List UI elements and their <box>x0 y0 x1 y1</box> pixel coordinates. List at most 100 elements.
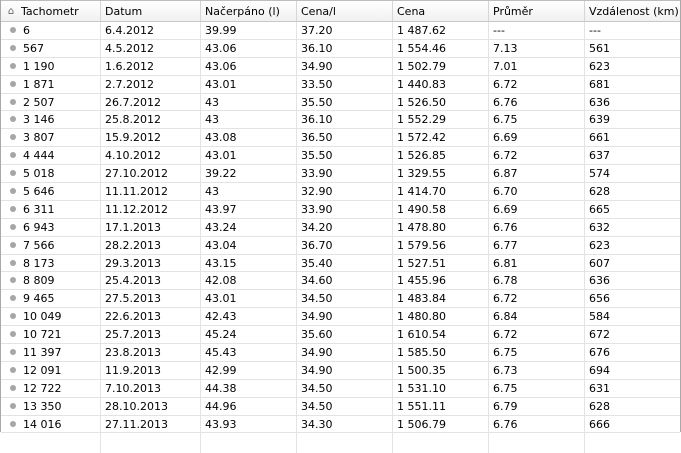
cell-value: 39.22 <box>205 167 237 181</box>
table-row[interactable]: 5 018 27.10.2012 39.22 33.90 1 329.55 6.87 574 <box>1 165 680 184</box>
cell-tachometr: 6 943 <box>1 218 101 236</box>
cell-value: 34.60 <box>301 274 333 288</box>
cell-value: 42.08 <box>205 274 237 288</box>
cell-value: 1 585.50 <box>397 346 446 360</box>
cell-value: 42.99 <box>205 363 237 377</box>
table-row[interactable]: 7 566 28.2.2013 43.04 36.70 1 579.56 6.77 623 <box>1 236 680 255</box>
table-row[interactable]: 3 146 25.8.2012 43 36.10 1 552.29 6.75 639 <box>1 111 680 130</box>
cell-value: 43.97 <box>205 202 237 216</box>
cell-value: 6.75 <box>493 113 518 127</box>
cell-cena-l: 35.40 <box>297 254 393 272</box>
table-row[interactable]: 1 190 1.6.2012 43.06 34.90 1 502.79 7.01 623 <box>1 57 680 76</box>
cell-prumer: 6.72 <box>489 75 585 93</box>
cell-tachometr: 10 049 <box>1 308 101 326</box>
cell-value: 7 566 <box>23 238 55 252</box>
cell-cena-l: 37.20 <box>297 22 393 39</box>
cell-value: 34.20 <box>301 220 333 234</box>
table-row[interactable]: 8 173 29.3.2013 43.15 35.40 1 527.51 6.81 607 <box>1 254 680 273</box>
cell-value: 6.76 <box>493 220 518 234</box>
cell-cena-l: 35.50 <box>297 93 393 111</box>
column-header-nacerpano[interactable]: Načerpáno (l) <box>201 1 297 21</box>
cell-value: 672 <box>589 328 610 342</box>
cell-datum: 25.4.2013 <box>101 272 201 290</box>
cell-nacerpano: 43.15 <box>201 254 297 272</box>
bullet-icon <box>10 188 16 195</box>
cell-cena: 1 506.79 <box>393 415 489 433</box>
table-row[interactable]: 12 722 7.10.2013 44.38 34.50 1 531.10 6.75 631 <box>1 379 680 398</box>
table-row[interactable]: 2 507 26.7.2012 43 35.50 1 526.50 6.76 636 <box>1 93 680 112</box>
cell-value: 34.50 <box>301 292 333 306</box>
cell-prumer: 6.87 <box>489 165 585 183</box>
cell-value: 623 <box>589 59 610 73</box>
cell-prumer: 6.75 <box>489 344 585 361</box>
table-row[interactable]: 6 6.4.2012 39.99 37.20 1 487.62 --- --- <box>1 22 680 40</box>
cell-value: 1 554.46 <box>397 41 446 55</box>
cell-nacerpano: 42.99 <box>201 361 297 379</box>
table-row[interactable]: 567 4.5.2012 43.06 36.10 1 554.46 7.13 561 <box>1 39 680 58</box>
table-row[interactable]: 3 807 15.9.2012 43.08 36.50 1 572.42 6.69 661 <box>1 129 680 148</box>
table-row[interactable]: 4 444 4.10.2012 43.01 35.50 1 526.85 6.72 637 <box>1 147 680 166</box>
table-row[interactable]: 13 350 28.10.2013 44.96 34.50 1 551.11 6.79 62… <box>1 397 680 416</box>
cell-vzdalenost: 676 <box>585 344 680 361</box>
cell-tachometr: 3 146 <box>1 111 101 129</box>
cell-value: 561 <box>589 41 610 55</box>
cell-cena: 1 329.55 <box>393 165 489 183</box>
cell-datum: 25.7.2013 <box>101 326 201 344</box>
cell-value: 25.8.2012 <box>105 113 161 127</box>
table-row[interactable]: 6 311 11.12.2012 43.97 33.90 1 490.58 6.69 665 <box>1 200 680 219</box>
empty-cell <box>1 433 101 453</box>
cell-value: 33.90 <box>301 167 333 181</box>
cell-vzdalenost: 623 <box>585 58 680 75</box>
table-row[interactable]: 12 091 11.9.2013 42.99 34.90 1 500.35 6.73 694 <box>1 361 680 380</box>
cell-value: 1 490.58 <box>397 202 446 216</box>
cell-value: 43 <box>205 95 219 109</box>
cell-value: 43.15 <box>205 256 237 270</box>
column-header-label: Cena/l <box>301 5 336 18</box>
cell-value: 45.43 <box>205 346 237 360</box>
home-icon[interactable]: ⌂ <box>1 5 21 19</box>
cell-value: 2 507 <box>23 95 55 109</box>
cell-cena: 1 552.29 <box>393 111 489 129</box>
column-header-prumer[interactable]: Průměr <box>489 1 585 21</box>
column-header-datum[interactable]: Datum <box>101 1 201 21</box>
cell-cena-l: 33.90 <box>297 200 393 218</box>
cell-tachometr: 7 566 <box>1 236 101 254</box>
cell-value: 6.72 <box>493 149 518 163</box>
cell-value: 636 <box>589 95 610 109</box>
bullet-icon <box>10 349 16 356</box>
cell-tachometr: 3 807 <box>1 129 101 147</box>
table-row[interactable]: 10 049 22.6.2013 42.43 34.90 1 480.80 6.84 584 <box>1 308 680 327</box>
table-row[interactable]: 14 016 27.11.2013 43.93 34.30 1 506.79 6.76 66… <box>1 415 680 434</box>
cell-tachometr: 14 016 <box>1 415 101 433</box>
table-row[interactable]: 11 397 23.8.2013 45.43 34.90 1 585.50 6.75 676 <box>1 344 680 362</box>
cell-prumer: 6.76 <box>489 218 585 236</box>
table-row[interactable]: 1 871 2.7.2012 43.01 33.50 1 440.83 6.72 681 <box>1 75 680 94</box>
cell-value: 27.10.2012 <box>105 167 168 181</box>
cell-value: 44.38 <box>205 381 237 395</box>
cell-value: 6 311 <box>23 202 55 216</box>
table-row[interactable]: 10 721 25.7.2013 45.24 35.60 1 610.54 6.72 672 <box>1 326 680 345</box>
cell-value: 34.30 <box>301 417 333 431</box>
column-header-cena-l[interactable]: Cena/l <box>297 1 393 21</box>
cell-tachometr: 10 721 <box>1 326 101 344</box>
cell-prumer: 7.13 <box>489 39 585 57</box>
table-row[interactable]: 6 943 17.1.2013 43.24 34.20 1 478.80 6.76 632 <box>1 218 680 237</box>
cell-value: 35.60 <box>301 328 333 342</box>
bullet-icon <box>10 98 16 105</box>
cell-value: 6.69 <box>493 202 518 216</box>
table-row[interactable]: 9 465 27.5.2013 43.01 34.50 1 483.84 6.72 656 <box>1 290 680 309</box>
cell-value: 636 <box>589 274 610 288</box>
cell-vzdalenost: 681 <box>585 76 680 93</box>
column-header-tachometr[interactable]: ⌂ Tachometr <box>1 1 101 21</box>
bullet-icon <box>10 205 16 212</box>
column-header-cena[interactable]: Cena <box>393 1 489 21</box>
bullet-icon <box>10 295 16 302</box>
table-row[interactable]: 5 646 11.11.2012 43 32.90 1 414.70 6.70 628 <box>1 183 680 201</box>
column-header-vzdalenost[interactable]: Vzdálenost (km) <box>585 1 680 21</box>
cell-cena-l: 34.30 <box>297 415 393 433</box>
table-row[interactable]: 8 809 25.4.2013 42.08 34.60 1 455.96 6.78 636 <box>1 272 680 291</box>
cell-nacerpano: 43 <box>201 111 297 129</box>
empty-cell <box>101 433 201 453</box>
cell-value: 6 943 <box>23 220 55 234</box>
cell-tachometr: 11 397 <box>1 344 101 361</box>
